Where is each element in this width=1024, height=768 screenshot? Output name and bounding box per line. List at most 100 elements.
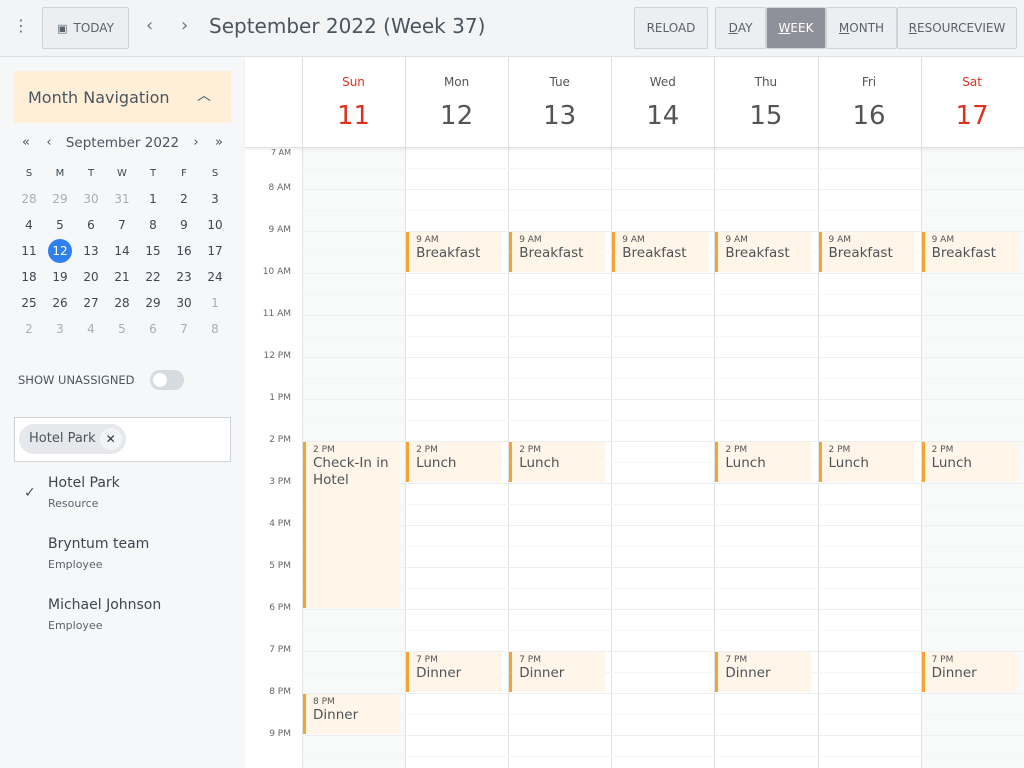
check-icon: ✓ <box>24 485 36 501</box>
mini-calendar-day[interactable]: 6 <box>78 214 104 236</box>
day-name: Fri <box>861 75 877 89</box>
mini-calendar-day[interactable]: 28 <box>109 292 135 314</box>
mini-calendar-day[interactable]: 5 <box>109 318 135 340</box>
weekday-label: M <box>55 168 65 179</box>
remove-chip-icon[interactable]: ✕ <box>99 428 122 450</box>
event[interactable]: 2 PM Lunch <box>509 442 606 482</box>
event[interactable]: 2 PM Check-In in Hotel <box>303 442 400 608</box>
mini-calendar-day[interactable]: 28 <box>16 188 42 210</box>
mini-calendar-day[interactable]: 25 <box>16 292 42 314</box>
view-button-1[interactable]: W EEK <box>766 7 826 49</box>
hour-label: 9 PM <box>269 729 291 739</box>
event[interactable]: 8 PM Dinner <box>303 694 400 734</box>
view-button-3[interactable]: R ESOURCEVIEW <box>897 7 1017 49</box>
event[interactable]: 9 AM Breakfast <box>715 232 812 272</box>
mini-calendar-day[interactable]: 8 <box>140 214 166 236</box>
event[interactable]: 2 PM Lunch <box>715 442 812 482</box>
view-button-2[interactable]: M ONTH <box>826 7 897 49</box>
today-button[interactable]: ▣ TODAY <box>42 7 129 49</box>
mini-calendar-day[interactable]: 11 <box>16 240 42 262</box>
mini-calendar-day[interactable]: 27 <box>78 292 104 314</box>
mini-calendar-day[interactable]: 14 <box>109 240 135 262</box>
chevron-up-icon[interactable]: ︿ <box>197 85 211 105</box>
hour-label: 11 AM <box>262 309 291 319</box>
day-date[interactable]: 11 <box>302 101 405 131</box>
view-button-0[interactable]: D AY <box>715 7 766 49</box>
mini-calendar-day[interactable]: 3 <box>47 318 73 340</box>
next-year-button[interactable]: » <box>206 135 232 150</box>
day-name: Thu <box>754 75 778 89</box>
mini-calendar-day[interactable]: 2 <box>16 318 42 340</box>
mini-calendar-day[interactable]: 19 <box>47 266 73 288</box>
event[interactable]: 9 AM Breakfast <box>406 232 503 272</box>
mini-calendar-day[interactable]: 2 <box>171 188 197 210</box>
weekday-label: S <box>25 168 33 179</box>
resource-item[interactable]: ✓ Hotel Park Resource <box>0 475 245 525</box>
event[interactable]: 7 PM Dinner <box>715 652 812 692</box>
mini-calendar-day[interactable]: 7 <box>109 214 135 236</box>
mini-calendar-day[interactable]: 1 <box>202 292 228 314</box>
reload-button[interactable]: RELOAD <box>634 7 708 49</box>
day-name: Sun <box>342 75 365 89</box>
hour-label: 8 PM <box>269 687 291 697</box>
hour-label: 7 AM <box>270 148 291 157</box>
event[interactable]: 9 AM Breakfast <box>818 232 915 272</box>
page-title: September 2022 (Week 37) <box>209 14 486 38</box>
resource-item[interactable]: Bryntum team Employee <box>0 536 245 586</box>
mini-calendar-day[interactable]: 9 <box>171 214 197 236</box>
day-date[interactable]: 12 <box>405 101 508 131</box>
event[interactable]: 9 AM Breakfast <box>612 232 709 272</box>
weekday-label: F <box>181 168 187 179</box>
day-date[interactable]: 16 <box>818 101 921 131</box>
mini-calendar-day[interactable]: 4 <box>16 214 42 236</box>
day-date[interactable]: 17 <box>921 101 1024 131</box>
event[interactable]: 9 AM Breakfast <box>921 232 1018 272</box>
mini-calendar-day[interactable]: 1 <box>140 188 166 210</box>
hour-label: 6 PM <box>269 603 291 613</box>
mini-calendar-day[interactable]: 20 <box>78 266 104 288</box>
show-unassigned-toggle[interactable] <box>150 370 184 390</box>
mini-calendar-day[interactable]: 29 <box>140 292 166 314</box>
event[interactable]: 2 PM Lunch <box>921 442 1018 482</box>
mini-calendar-day[interactable]: 7 <box>171 318 197 340</box>
mini-calendar-day[interactable]: 16 <box>171 240 197 262</box>
mini-calendar-day[interactable]: 4 <box>78 318 104 340</box>
mini-calendar-day[interactable]: 31 <box>109 188 135 210</box>
next-week-button[interactable]: › <box>181 15 188 36</box>
mini-calendar-day[interactable]: 15 <box>140 240 166 262</box>
mini-calendar-day[interactable]: 3 <box>202 188 228 210</box>
mini-calendar-day[interactable]: 30 <box>171 292 197 314</box>
event[interactable]: 9 AM Breakfast <box>509 232 606 272</box>
mini-calendar-day[interactable]: 12 <box>48 239 72 263</box>
mini-calendar-day[interactable]: 6 <box>140 318 166 340</box>
mini-calendar-day[interactable]: 13 <box>78 240 104 262</box>
mini-calendar-day[interactable]: 17 <box>202 240 228 262</box>
mini-calendar-day[interactable]: 24 <box>202 266 228 288</box>
resource-filter-input[interactable]: Hotel Park ✕ <box>14 417 231 462</box>
mini-calendar-day[interactable]: 22 <box>140 266 166 288</box>
mini-calendar-day[interactable]: 29 <box>47 188 73 210</box>
day-date[interactable]: 13 <box>508 101 611 131</box>
weekday-label: S <box>211 168 219 179</box>
event[interactable]: 2 PM Lunch <box>406 442 503 482</box>
day-date[interactable]: 15 <box>714 101 817 131</box>
event[interactable]: 2 PM Lunch <box>818 442 915 482</box>
event[interactable]: 7 PM Dinner <box>509 652 606 692</box>
mini-calendar-day[interactable]: 23 <box>171 266 197 288</box>
mini-calendar-day[interactable]: 21 <box>109 266 135 288</box>
mini-calendar-day[interactable]: 8 <box>202 318 228 340</box>
event[interactable]: 7 PM Dinner <box>921 652 1018 692</box>
day-date[interactable]: 14 <box>611 101 714 131</box>
mini-calendar-day[interactable]: 18 <box>16 266 42 288</box>
mini-calendar-day[interactable]: 10 <box>202 214 228 236</box>
month-navigation-header[interactable]: Month Navigation ︿ <box>14 71 231 123</box>
vertical-dots-icon[interactable]: ⋮ <box>13 16 29 35</box>
hour-label: 8 AM <box>268 183 291 193</box>
mini-calendar-day[interactable]: 30 <box>78 188 104 210</box>
hour-label: 5 PM <box>269 561 291 571</box>
resource-item[interactable]: Michael Johnson Employee <box>0 597 245 647</box>
mini-calendar-day[interactable]: 5 <box>47 214 73 236</box>
event[interactable]: 7 PM Dinner <box>406 652 503 692</box>
mini-calendar-day[interactable]: 26 <box>47 292 73 314</box>
previous-week-button[interactable]: ‹ <box>146 15 153 36</box>
